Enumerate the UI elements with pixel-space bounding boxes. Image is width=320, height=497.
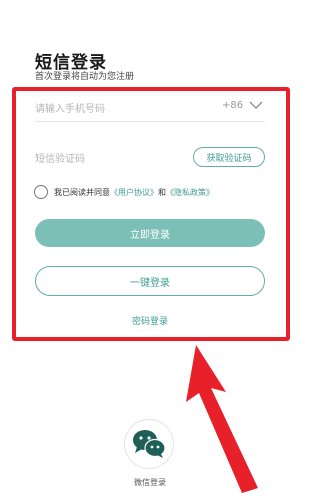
page-subtitle: 首次登录将自动为您注册 bbox=[35, 72, 135, 82]
wechat-icon bbox=[133, 430, 166, 458]
highlight-annotation-box bbox=[12, 87, 290, 341]
wechat-login-label: 微信登录 bbox=[134, 478, 166, 487]
wechat-login-button[interactable] bbox=[124, 419, 174, 469]
